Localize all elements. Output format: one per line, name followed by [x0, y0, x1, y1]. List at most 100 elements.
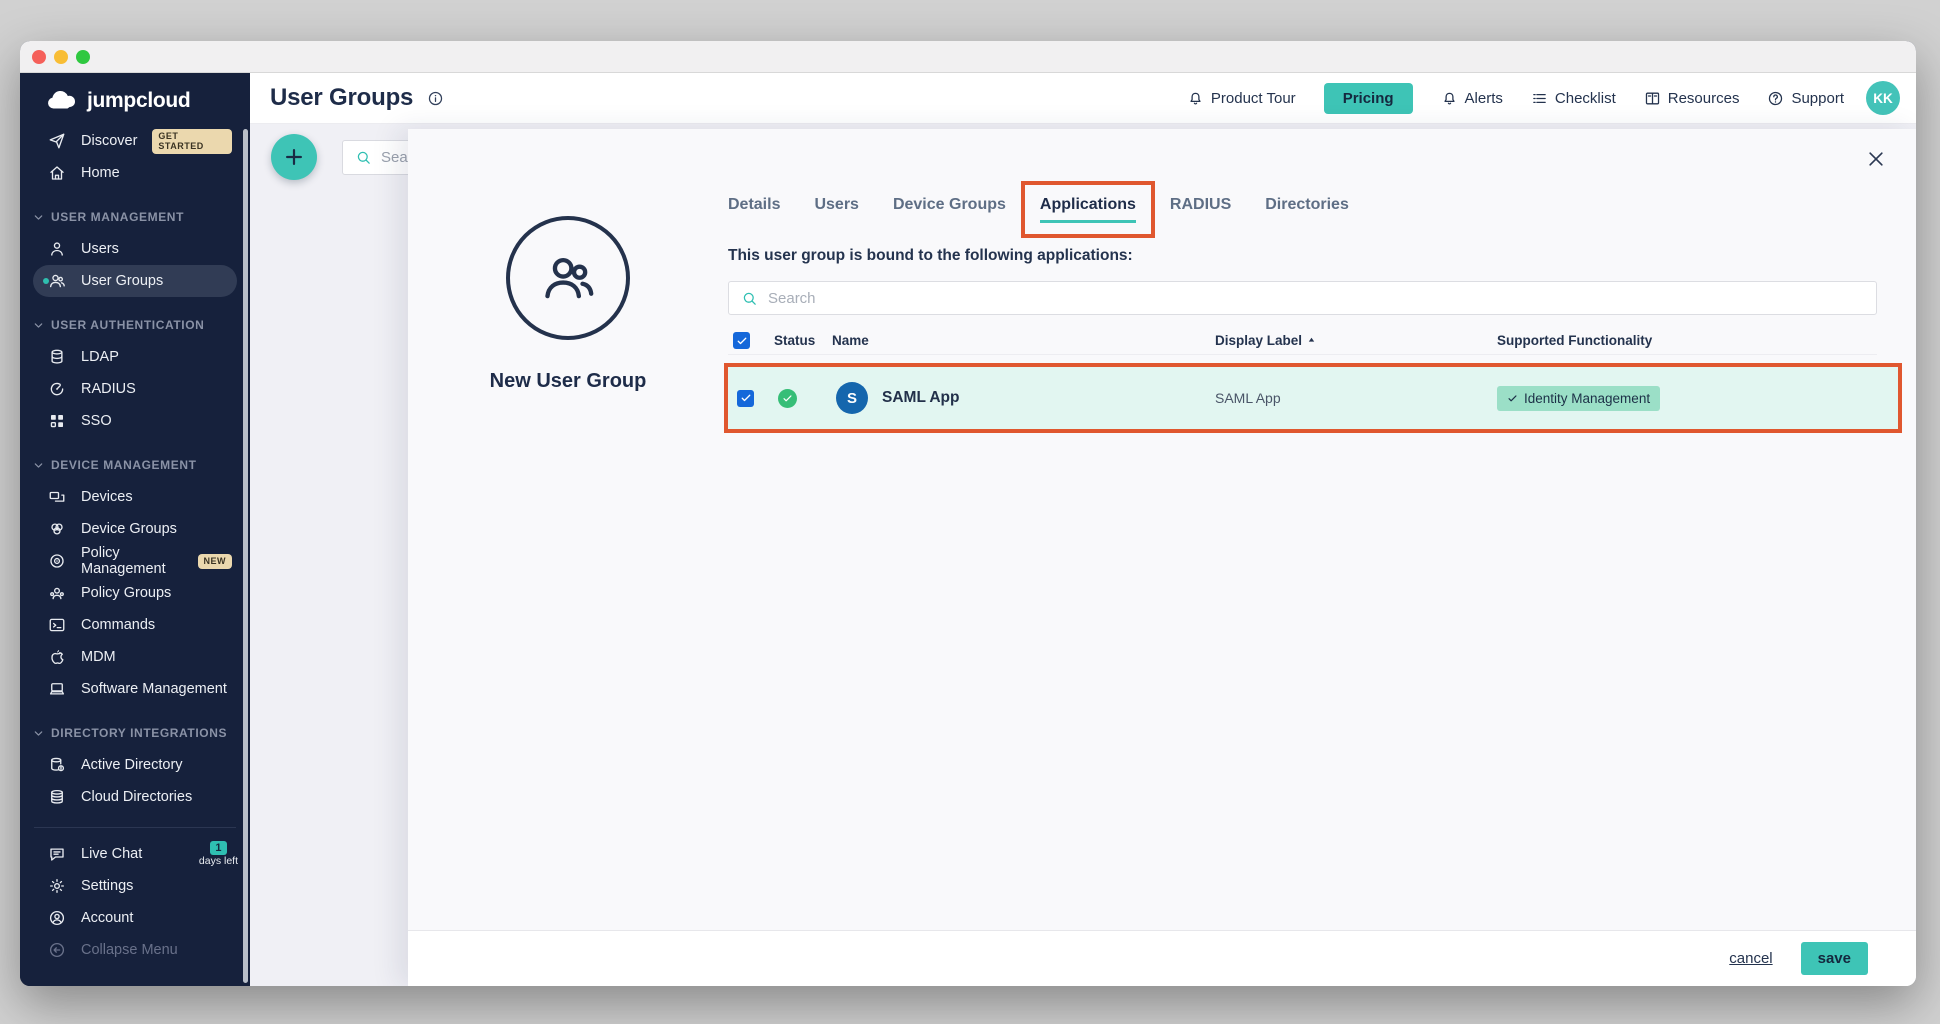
sidebar-item-active-directory[interactable]: Active Directory [20, 749, 250, 781]
column-header-status[interactable]: Status [774, 333, 832, 348]
user-avatar[interactable]: KK [1866, 81, 1900, 115]
sidebar-section-user-management[interactable]: USER MANAGEMENT [20, 201, 250, 233]
info-icon[interactable] [427, 90, 444, 107]
support-button[interactable]: Support [1767, 90, 1844, 107]
sidebar-item-collapse-menu[interactable]: Collapse Menu [20, 934, 250, 966]
sidebar-item-label: LDAP [81, 349, 119, 365]
search-placeholder: Search [768, 290, 816, 307]
tab-radius[interactable]: RADIUS [1170, 196, 1231, 223]
sidebar-item-cloud-directories[interactable]: Cloud Directories [20, 781, 250, 813]
tab-details[interactable]: Details [728, 196, 780, 223]
sidebar-item-commands[interactable]: Commands [20, 609, 250, 641]
sidebar-item-settings[interactable]: Settings [20, 870, 250, 902]
column-label: Display Label [1215, 333, 1302, 348]
sidebar-item-label: RADIUS [81, 381, 136, 397]
sidebar-item-label: Policy Groups [81, 585, 171, 601]
sidebar-item-software-management[interactable]: Software Management [20, 673, 250, 705]
close-icon[interactable] [1866, 149, 1886, 169]
sidebar-item-label: Account [81, 910, 133, 926]
save-button[interactable]: save [1801, 942, 1868, 975]
product-tour-button[interactable]: Product Tour [1187, 90, 1296, 107]
sidebar: jumpcloud DiscoverGET STARTED Home USER MA… [20, 73, 250, 986]
select-all-checkbox[interactable] [733, 332, 750, 349]
applications-search-input[interactable]: Search [728, 281, 1877, 315]
search-icon [355, 149, 372, 166]
sidebar-item-sso[interactable]: SSO [20, 405, 250, 437]
sidebar-item-policy-management[interactable]: Policy ManagementNEW [20, 545, 250, 577]
grid-icon [48, 412, 66, 430]
tab-users[interactable]: Users [814, 196, 858, 223]
pricing-button[interactable]: Pricing [1324, 83, 1413, 114]
column-header-display-label[interactable]: Display Label [1215, 333, 1497, 348]
account-icon [48, 909, 66, 927]
section-label: USER AUTHENTICATION [51, 318, 204, 332]
action-label: Checklist [1555, 90, 1616, 107]
functionality-cell: Identity Management [1497, 386, 1877, 411]
column-label: Status [774, 333, 815, 348]
panel-footer: cancel save [408, 930, 1916, 986]
sidebar-item-live-chat[interactable]: Live Chat1days left [20, 838, 250, 870]
sidebar-item-mdm[interactable]: MDM [20, 641, 250, 673]
checklist-button[interactable]: Checklist [1531, 90, 1616, 107]
sidebar-item-device-groups[interactable]: Device Groups [20, 513, 250, 545]
chevron-down-icon [33, 320, 44, 331]
devices-icon [48, 488, 66, 506]
status-cell [778, 389, 836, 408]
add-user-group-button[interactable] [271, 134, 317, 180]
badge-new: NEW [198, 554, 233, 569]
chevron-down-icon [33, 460, 44, 471]
trial-days-count: 1 [210, 841, 226, 856]
trial-days-badge: 1days left [199, 841, 238, 868]
page-header: User Groups Product Tour Pricing Alerts Che… [250, 73, 1916, 124]
applications-table: Status NameDisplay Label Supported Functio… [728, 315, 1877, 433]
database-icon [48, 348, 66, 366]
main-area: User Groups Product Tour Pricing Alerts Che… [250, 73, 1916, 986]
page-title: User Groups [270, 84, 413, 112]
sidebar-item-label: Software Management [81, 681, 227, 697]
app-name: SAML App [882, 389, 960, 407]
section-label: DEVICE MANAGEMENT [51, 458, 197, 472]
collapse-icon [48, 941, 66, 959]
cloud-db-icon [48, 788, 66, 806]
table-row[interactable]: SSAML AppSAML AppIdentity Management [728, 367, 1877, 429]
tab-directories[interactable]: Directories [1265, 196, 1349, 223]
column-header-name[interactable]: Name [832, 333, 1215, 348]
cancel-button[interactable]: cancel [1729, 950, 1772, 967]
sidebar-item-users[interactable]: Users [20, 233, 250, 265]
sidebar-item-ldap[interactable]: LDAP [20, 341, 250, 373]
sidebar-section-directory-integrations[interactable]: DIRECTORY INTEGRATIONS [20, 717, 250, 749]
sidebar-footer-nav: Live Chat1days leftSettings Account Collap… [20, 838, 250, 966]
trial-days-caption: days left [199, 855, 238, 867]
action-label: Alerts [1465, 90, 1503, 107]
row-checkbox[interactable] [737, 390, 754, 407]
apple-icon [48, 648, 66, 666]
sidebar-item-label: Commands [81, 617, 155, 633]
app-window: jumpcloud DiscoverGET STARTED Home USER MA… [20, 41, 1916, 986]
sidebar-section-user-authentication[interactable]: USER AUTHENTICATION [20, 309, 250, 341]
sidebar-item-label: Home [81, 165, 120, 181]
sidebar-item-policy-groups[interactable]: Policy Groups [20, 577, 250, 609]
sidebar-item-home[interactable]: Home [20, 157, 250, 189]
sidebar-item-discover[interactable]: DiscoverGET STARTED [20, 125, 250, 157]
sidebar-item-radius[interactable]: RADIUS [20, 373, 250, 405]
terminal-icon [48, 616, 66, 634]
sidebar-section-device-management[interactable]: DEVICE MANAGEMENT [20, 449, 250, 481]
resources-button[interactable]: Resources [1644, 90, 1740, 107]
column-header-supported-functionality[interactable]: Supported Functionality [1497, 333, 1877, 348]
zoom-window-button[interactable] [76, 50, 90, 64]
sidebar-item-user-groups[interactable]: User Groups [33, 265, 237, 297]
group-avatar [506, 216, 630, 340]
minimize-window-button[interactable] [54, 50, 68, 64]
logo-text: jumpcloud [87, 89, 190, 113]
tab-applications[interactable]: Applications [1040, 196, 1136, 223]
alerts-button[interactable]: Alerts [1441, 90, 1503, 107]
functionality-badge: Identity Management [1497, 386, 1660, 411]
sidebar-item-devices[interactable]: Devices [20, 481, 250, 513]
sidebar-item-label: User Groups [81, 273, 163, 289]
sidebar-item-account[interactable]: Account [20, 902, 250, 934]
sidebar-scrollbar[interactable] [243, 129, 248, 983]
user-icon [48, 240, 66, 258]
close-window-button[interactable] [32, 50, 46, 64]
tab-device-groups[interactable]: Device Groups [893, 196, 1006, 223]
display-label-cell: SAML App [1215, 390, 1497, 406]
